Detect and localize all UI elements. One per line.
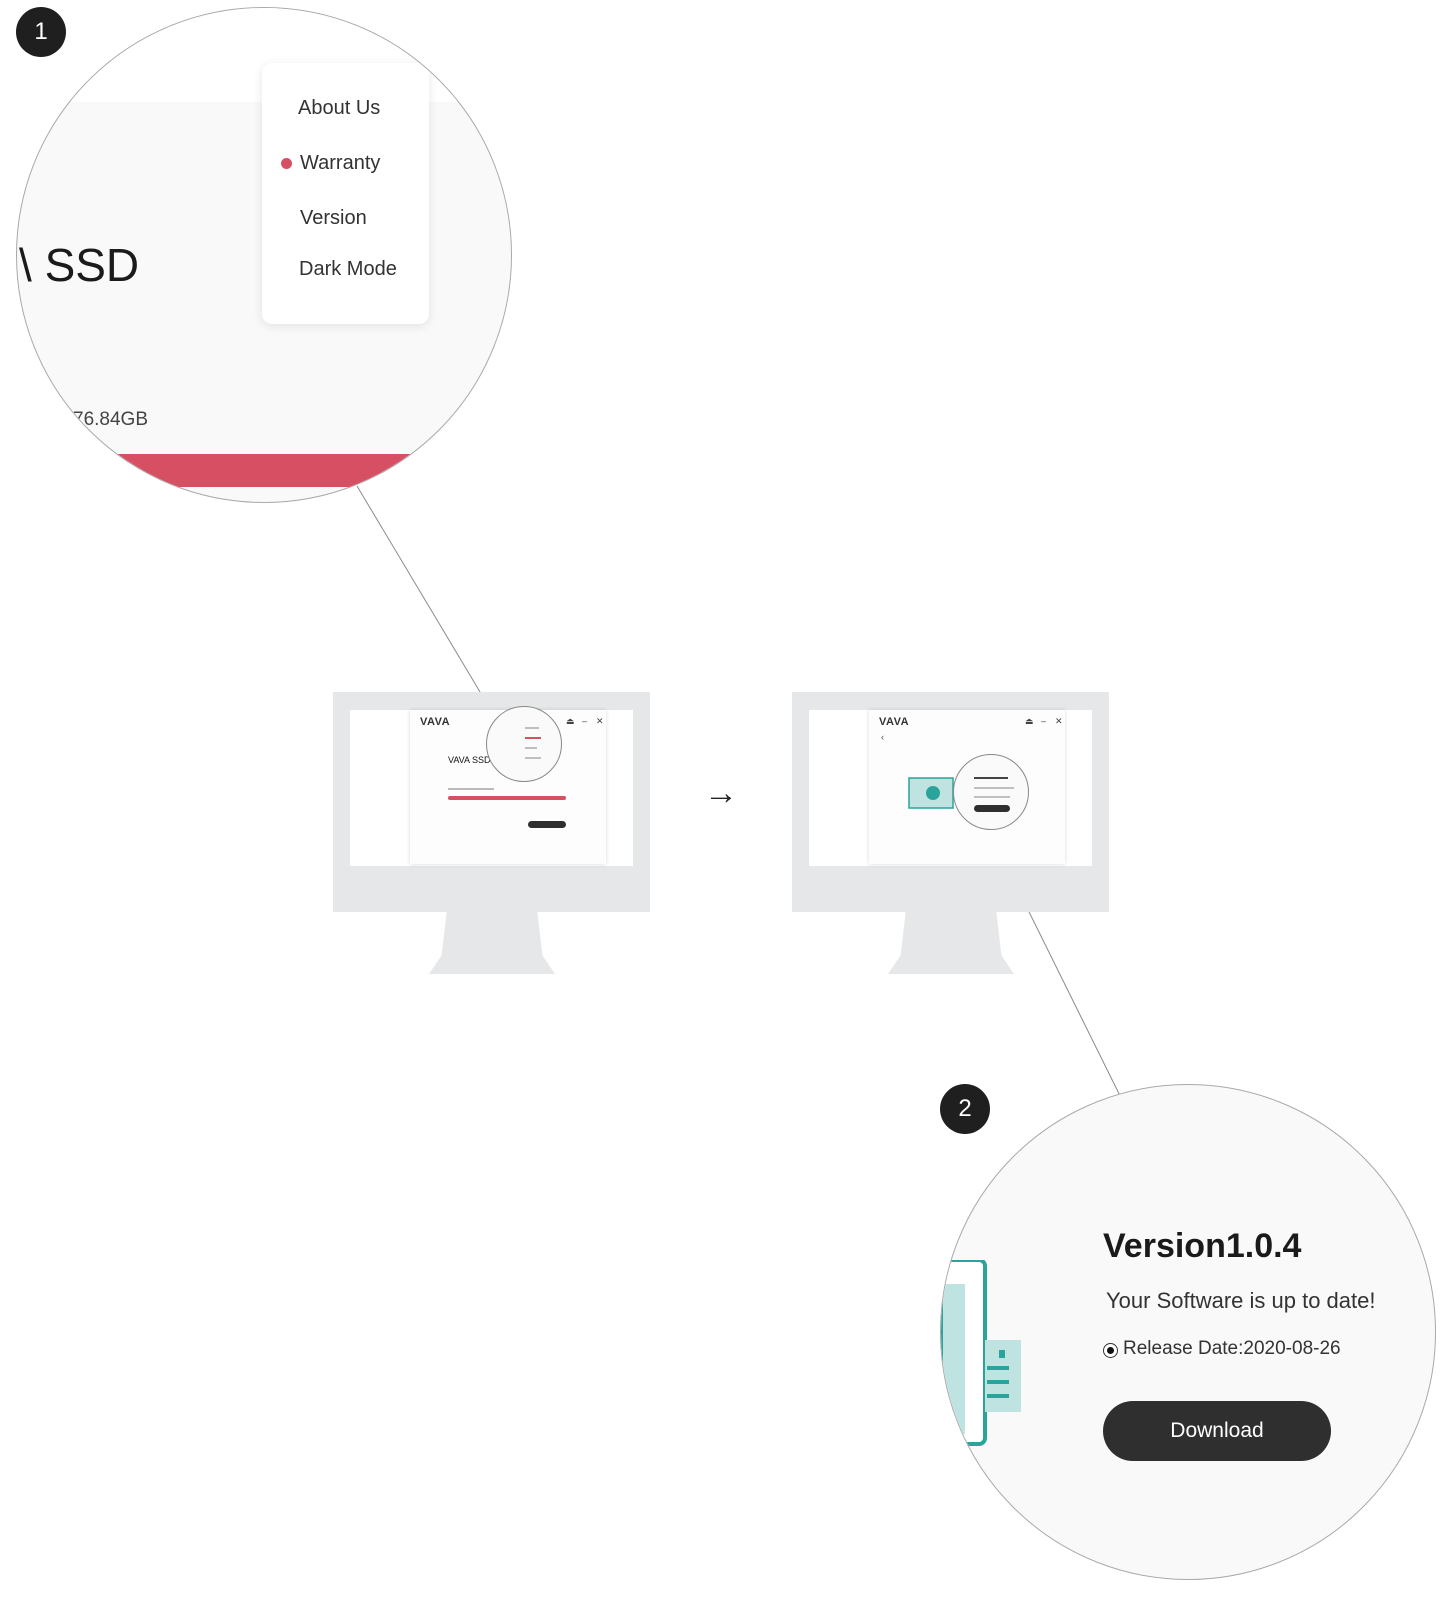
vava-logo: VAVA [420,716,451,728]
vava-logo: VAVA [879,716,910,728]
arrow-right-icon: → [704,774,738,812]
mini-capacity-bar [448,796,566,800]
mini-version-line [974,796,1010,798]
ssd-label: SSD [44,239,140,291]
monitor-left: VAVA ⏏ – ✕ VAVA SSD [333,692,650,974]
app-window-home: VAVA ⏏ – ✕ VAVA SSD [410,706,606,864]
monitor-screen: VAVA ⏏ – ✕ VAVA SSD [350,706,633,866]
mini-lens-menu [486,706,562,782]
document-illustration-icon [941,1260,1021,1446]
menu-item-about-us[interactable]: About Us [298,97,380,120]
device-name-heading: \ SSD [19,239,140,291]
mini-version-line [974,777,1008,779]
monitor-right: VAVA ‹ ⏏ – ✕ [792,692,1109,974]
connector-line-1 [356,485,493,713]
warranty-dot-icon [281,158,292,169]
mini-version-line [974,787,1014,789]
zoom-lens-version: Version1.0.4 Your Software is up to date… [940,1084,1436,1580]
capacity-bar [17,454,511,487]
minimize-icon[interactable]: – [582,716,587,726]
mini-ssd-title: VAVA SSD [448,755,491,765]
mini-settings-button[interactable] [528,821,566,828]
mini-lens-version [953,754,1029,830]
monitor-screen: VAVA ‹ ⏏ – ✕ [809,710,1092,866]
step-badge-1: 1 [16,7,66,57]
update-status-text: Your Software is up to date! [1106,1288,1376,1313]
minimize-icon[interactable]: – [1041,716,1046,726]
monitor-stand [429,912,555,974]
close-icon[interactable]: ✕ [596,716,604,727]
eject-icon[interactable]: ⏏ [1025,716,1034,727]
mini-menu-line [525,737,541,739]
zoom-lens-menu: About Us Warranty Version Dark Mode \ SS… [16,7,512,503]
download-button[interactable]: Download [1103,1401,1331,1461]
back-icon[interactable]: ‹ [881,732,884,742]
app-window-version: VAVA ‹ ⏏ – ✕ [869,710,1065,864]
mini-menu-line [525,757,541,759]
menu-item-warranty[interactable]: Warranty [300,152,380,175]
monitor-frame: VAVA ⏏ – ✕ VAVA SSD [333,692,650,912]
mini-caption [448,788,494,790]
release-radio-icon [1103,1343,1118,1358]
capacity-label: 76.84GB [73,409,148,430]
mini-download-button[interactable] [974,805,1010,812]
mini-menu-line [525,727,539,729]
version-title: Version1.0.4 [1103,1227,1302,1265]
menu-item-dark-mode[interactable]: Dark Mode [299,258,397,281]
mini-menu-line [525,747,537,749]
release-date-text: Release Date:2020-08-26 [1123,1338,1341,1359]
monitor-frame: VAVA ‹ ⏏ – ✕ [792,692,1109,912]
close-icon[interactable]: ✕ [1055,716,1063,727]
menu-item-version[interactable]: Version [300,207,367,230]
eject-icon[interactable]: ⏏ [566,716,575,727]
step-badge-2: 2 [940,1084,990,1134]
monitor-stand [888,912,1014,974]
settings-dropdown-menu: About Us Warranty Version Dark Mode [262,63,429,324]
